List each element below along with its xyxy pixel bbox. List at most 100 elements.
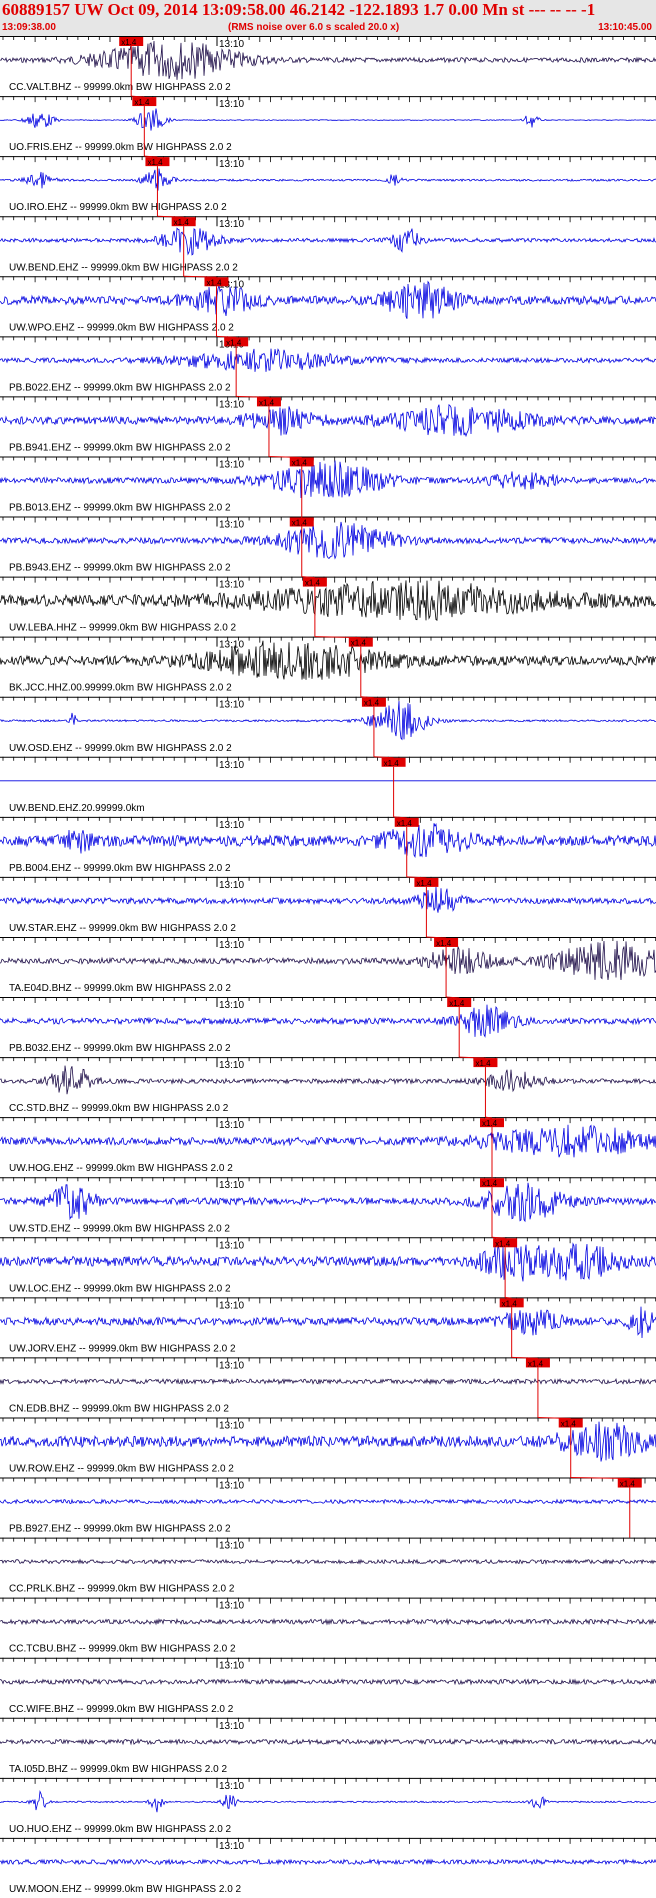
station-label: UW.STAR.EHZ -- 99999.0km BW HIGHPASS 2.0… (9, 923, 236, 934)
station-label: PB.B941.EHZ -- 99999.0km BW HIGHPASS 2.0… (9, 442, 231, 453)
pick-label: x1.4 (528, 1359, 544, 1368)
station-label: PB.B004.EHZ -- 99999.0km BW HIGHPASS 2.0… (9, 863, 231, 874)
pick-label: x1.4 (482, 1179, 498, 1188)
minute-label: 13:10 (219, 1120, 244, 1131)
minute-label: 13:10 (219, 39, 244, 50)
waveform-trace (0, 227, 656, 256)
waveform-trace (0, 1678, 656, 1686)
station-label: UW.JORV.EHZ -- 99999.0km BW HIGHPASS 2.0… (9, 1343, 236, 1354)
station-label: CC.PRLK.BHZ -- 99999.0km BW HIGHPASS 2.0… (9, 1584, 235, 1595)
end-time: 13:10:45.00 (598, 22, 652, 33)
waveform-trace (0, 168, 656, 191)
minute-label: 13:10 (219, 1180, 244, 1191)
waveform-trace (0, 1558, 656, 1565)
minute-label: 13:10 (219, 580, 244, 591)
rms-noise-note: (RMS noise over 6.0 s scaled 20.0 x) (228, 22, 400, 33)
minute-label: 13:10 (219, 399, 244, 410)
station-label: UO.HUO.EHZ -- 99999.0km BW HIGHPASS 2.0 … (9, 1824, 232, 1835)
station-label: PB.B943.EHZ -- 99999.0km BW HIGHPASS 2.0… (9, 563, 231, 574)
station-label: UW.STD.EHZ -- 99999.0km BW HIGHPASS 2.0 … (9, 1223, 230, 1234)
minute-label: 13:10 (219, 159, 244, 170)
waveform-trace (0, 1617, 656, 1626)
minute-label: 13:10 (219, 1481, 244, 1492)
waveform-trace (0, 521, 656, 560)
pick-label: x1.4 (561, 1419, 577, 1428)
minute-label: 13:10 (219, 1601, 244, 1612)
station-label: PB.B032.EHZ -- 99999.0km BW HIGHPASS 2.0… (9, 1043, 231, 1054)
waveform-trace (0, 280, 656, 319)
station-label: CC.STD.BHZ -- 99999.0km BW HIGHPASS 2.0 … (9, 1103, 229, 1114)
minute-label: 13:10 (219, 99, 244, 110)
pick-label: x1.4 (351, 639, 367, 648)
pick-label: x1.4 (121, 38, 137, 47)
pick-label: x1.4 (449, 999, 465, 1008)
station-label: UW.BEND.EHZ -- 99999.0km BW HIGHPASS 2.0… (9, 262, 238, 273)
event-title: 60889157 UW Oct 09, 2014 13:09:58.00 46.… (2, 0, 596, 19)
waveform-trace (0, 1065, 656, 1095)
pick-label: x1.4 (495, 1239, 511, 1248)
pick-label: x1.4 (305, 579, 321, 588)
station-label: UW.ROW.EHZ -- 99999.0km BW HIGHPASS 2.0 … (9, 1464, 234, 1475)
waveform-trace (0, 1377, 656, 1386)
pick-label: x1.4 (206, 278, 222, 287)
station-label: CC.VALT.BHZ -- 99999.0km BW HIGHPASS 2.0… (9, 82, 231, 93)
minute-label: 13:10 (219, 1721, 244, 1732)
waveform-trace (0, 1421, 656, 1462)
station-label: UW.LEBA.HHZ -- 99999.0km BW HIGHPASS 2.0… (9, 623, 237, 634)
waveform-trace (0, 1004, 656, 1038)
station-label: PB.B927.EHZ -- 99999.0km BW HIGHPASS 2.0… (9, 1524, 231, 1535)
station-label: TA.E04D.BHZ -- 99999.0km BW HIGHPASS 2.0… (9, 983, 231, 994)
minute-label: 13:10 (219, 1000, 244, 1011)
station-label: CC.WIFE.BHZ -- 99999.0km BW HIGHPASS 2.0… (9, 1704, 234, 1715)
waveform-trace (0, 1858, 656, 1866)
pick-label: x1.4 (259, 398, 275, 407)
waveform-trace (0, 823, 656, 858)
station-label: UW.WPO.EHZ -- 99999.0km BW HIGHPASS 2.0 … (9, 322, 234, 333)
waveform-trace (0, 580, 656, 621)
station-label: UO.IRO.EHZ -- 99999.0km BW HIGHPASS 2.0 … (9, 202, 227, 213)
station-label: PB.B013.EHZ -- 99999.0km BW HIGHPASS 2.0… (9, 503, 231, 514)
station-label: UW.HOG.EHZ -- 99999.0km BW HIGHPASS 2.0 … (9, 1163, 233, 1174)
minute-label: 13:10 (219, 700, 244, 711)
station-label: CC.TCBU.BHZ -- 99999.0km BW HIGHPASS 2.0… (9, 1644, 236, 1655)
pick-label: x1.4 (174, 218, 190, 227)
waveform-trace (0, 1306, 656, 1339)
pick-label: x1.4 (384, 759, 400, 768)
record-header: 60889157 UW Oct 09, 2014 13:09:58.00 46.… (0, 0, 656, 36)
minute-label: 13:10 (219, 760, 244, 771)
pick-label: x1.4 (416, 879, 432, 888)
station-label: BK.JCC.HHZ.00.99999.0km BW HIGHPASS 2.0 … (9, 683, 232, 694)
minute-label: 13:10 (219, 1841, 244, 1852)
station-label: UW.BEND.EHZ.20.99999.0km (9, 803, 145, 814)
station-label: UW.LOC.EHZ -- 99999.0km BW HIGHPASS 2.0 … (9, 1283, 231, 1294)
station-label: CN.EDB.BHZ -- 99999.0km BW HIGHPASS 2.0 … (9, 1403, 229, 1414)
waveform-trace (0, 1738, 656, 1746)
minute-label: 13:10 (219, 820, 244, 831)
waveform-trace (0, 460, 656, 499)
waveform-trace (0, 1124, 656, 1158)
minute-label: 13:10 (219, 1060, 244, 1071)
station-label: PB.B022.EHZ -- 99999.0km BW HIGHPASS 2.0… (9, 382, 231, 393)
minute-label: 13:10 (219, 1781, 244, 1792)
minute-label: 13:10 (219, 940, 244, 951)
waveform-trace (0, 40, 656, 80)
waveform-trace (0, 1241, 656, 1282)
waveform-trace (0, 404, 656, 438)
waveform-trace (0, 108, 656, 131)
pick-label: x1.4 (397, 819, 413, 828)
pick-label: x1.4 (226, 338, 242, 347)
waveform-trace (0, 940, 656, 981)
start-time: 13:09:38.00 (2, 22, 56, 33)
seismogram-plot: 13:10 CC.VALT.BHZ -- 99999.0km BW HIGHPAS… (0, 36, 656, 1895)
minute-label: 13:10 (219, 880, 244, 891)
pick-label: x1.4 (436, 939, 452, 948)
station-label: UO.FRIS.EHZ -- 99999.0km BW HIGHPASS 2.0… (9, 142, 232, 153)
station-label: TA.I05D.BHZ -- 99999.0km BW HIGHPASS 2.0… (9, 1764, 227, 1775)
minute-label: 13:10 (219, 1541, 244, 1552)
pick-label: x1.4 (620, 1480, 636, 1489)
station-label: UW.OSD.EHZ -- 99999.0km BW HIGHPASS 2.0 … (9, 743, 232, 754)
minute-label: 13:10 (219, 1360, 244, 1371)
station-label: UW.MOON.EHZ -- 99999.0km BW HIGHPASS 2.0… (9, 1884, 242, 1895)
minute-label: 13:10 (219, 459, 244, 470)
waveform-trace (0, 1182, 656, 1223)
